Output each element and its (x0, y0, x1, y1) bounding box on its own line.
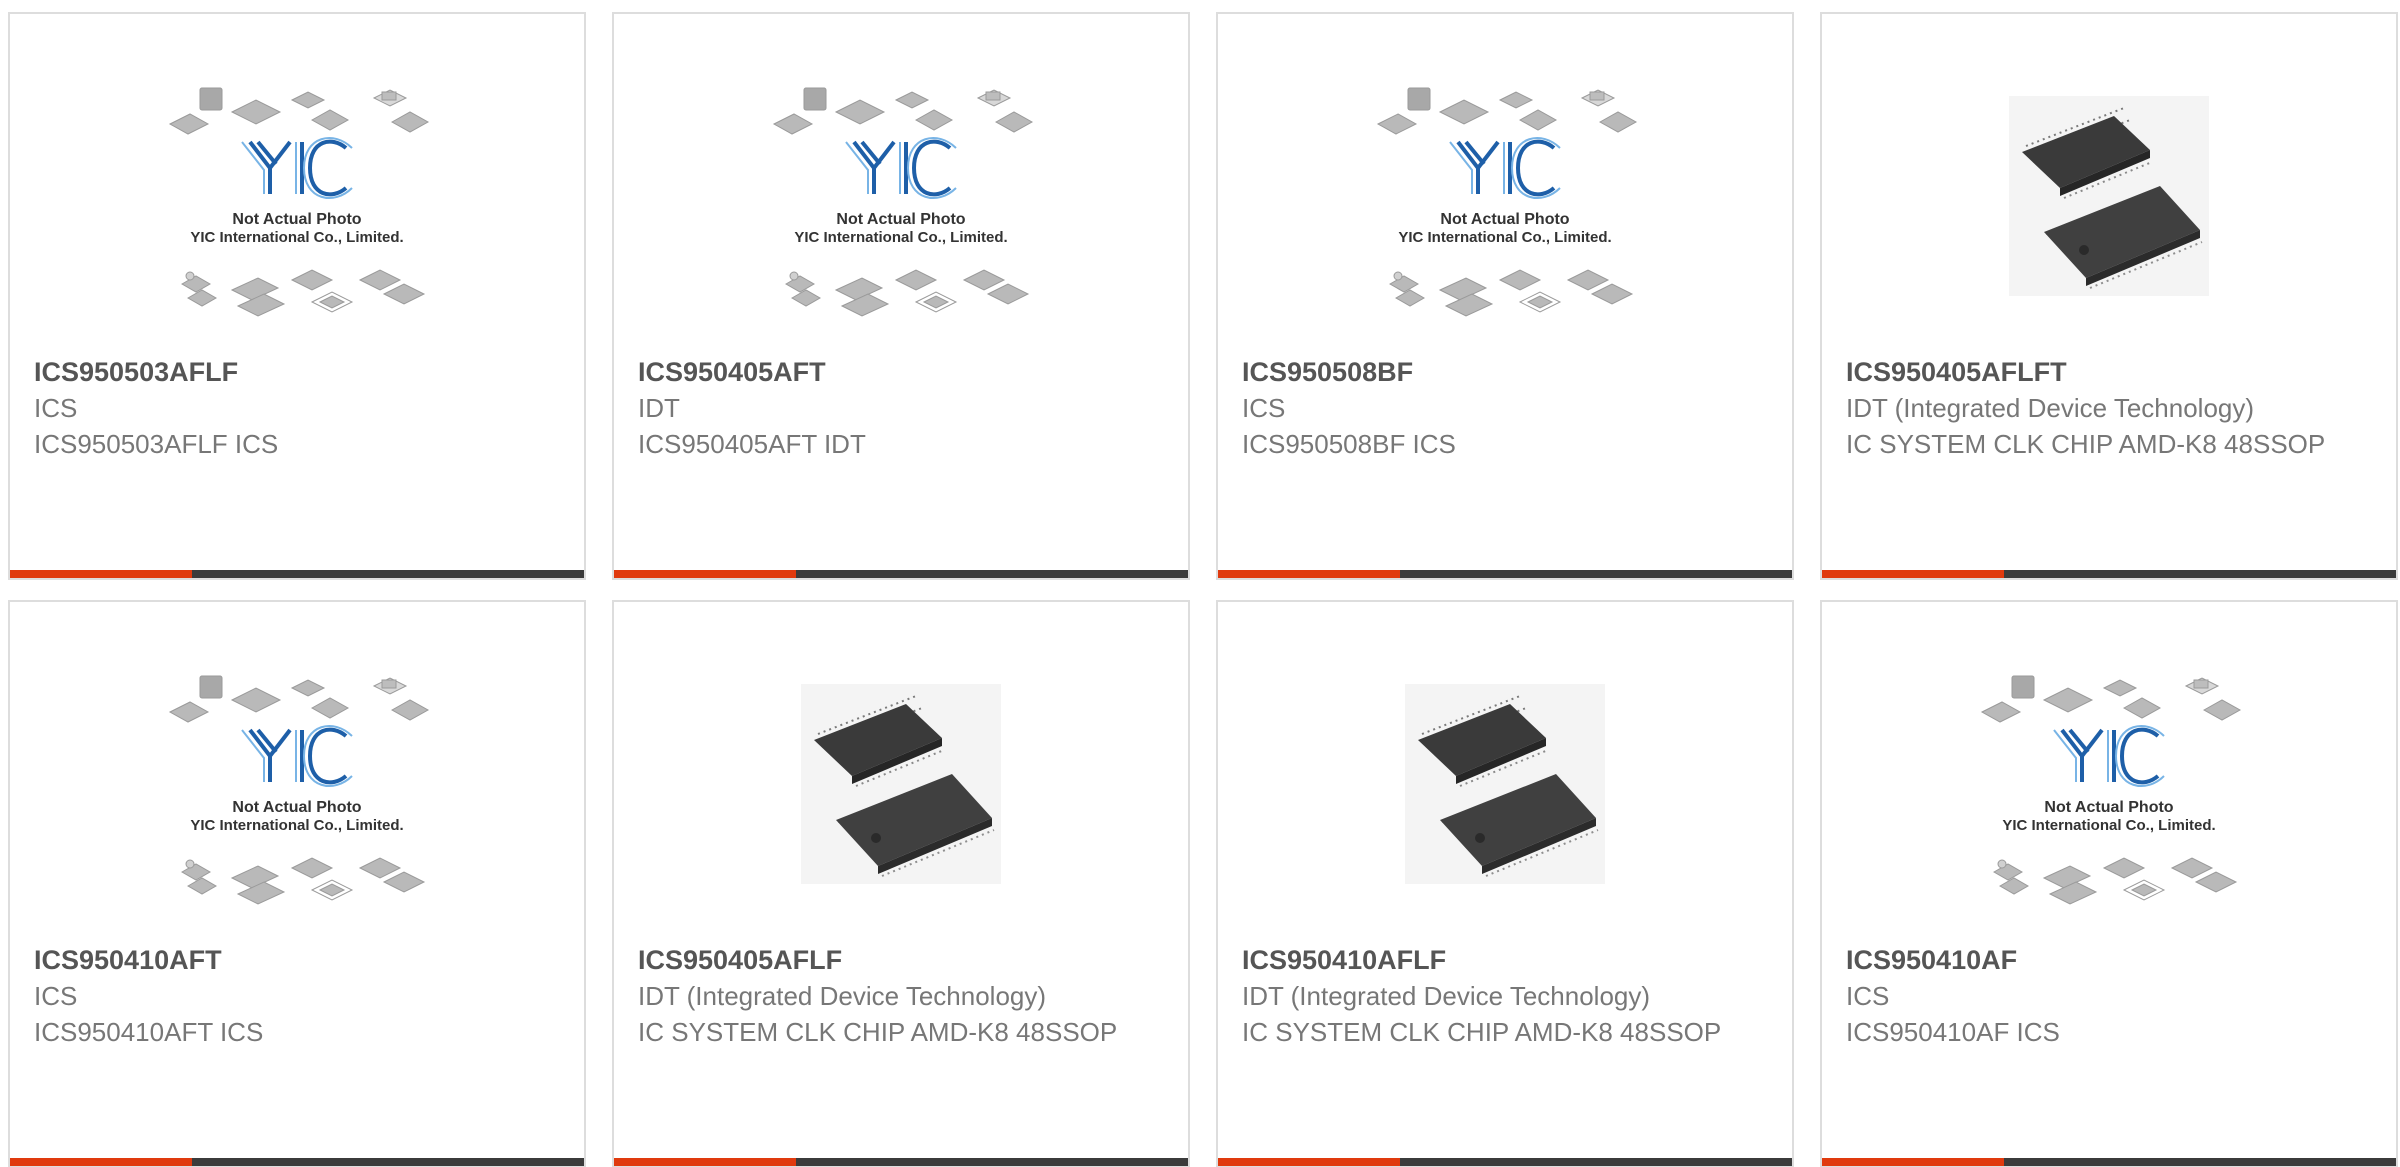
product-card[interactable]: Not Actual Photo YIC International Co., … (1820, 600, 2398, 1167)
manufacturer: ICS (1242, 393, 1286, 423)
manufacturer: IDT (638, 393, 680, 423)
card-footer-bar (614, 570, 1188, 578)
product-image[interactable]: Not Actual Photo YIC International Co., … (1974, 672, 2244, 922)
description: IC SYSTEM CLK CHIP AMD-K8 48SSOP (1242, 1017, 1722, 1047)
not-actual-photo-image: Not Actual Photo YIC International Co., … (1376, 87, 1638, 317)
card-accent (1218, 1158, 1400, 1166)
ssop-chip-image (1405, 684, 1605, 884)
product-card[interactable]: ICS950405AFLFT IDT (Integrated Device Te… (1820, 12, 2398, 580)
manufacturer: ICS (34, 981, 78, 1011)
product-image[interactable]: Not Actual Photo YIC International Co., … (162, 672, 432, 922)
product-card[interactable]: Not Actual Photo YIC International Co., … (1216, 12, 1794, 580)
card-accent (10, 1158, 192, 1166)
product-image[interactable]: Not Actual Photo YIC International Co., … (1370, 84, 1640, 334)
product-info: ICS950410AF ICS ICS950410AF ICS (1846, 942, 2372, 1050)
product-image[interactable]: Not Actual Photo YIC International Co., … (162, 84, 432, 334)
manufacturer: IDT (Integrated Device Technology) (638, 981, 1047, 1011)
ssop-chip-image (2009, 96, 2209, 296)
product-info: ICS950508BF ICS ICS950508BF ICS (1242, 354, 1768, 462)
part-number[interactable]: ICS950410AFT (34, 945, 222, 975)
description: ICS950503AFLF ICS (34, 429, 279, 459)
card-accent (10, 570, 192, 578)
card-footer-bar (1218, 1158, 1792, 1166)
part-number[interactable]: ICS950405AFLFT (1846, 357, 2067, 387)
product-image[interactable] (1974, 84, 2244, 334)
placeholder-line-1: Not Actual Photo (2044, 799, 2173, 816)
card-footer-bar (1822, 1158, 2396, 1166)
card-accent (1218, 570, 1400, 578)
placeholder-line-1: Not Actual Photo (232, 799, 361, 816)
product-card[interactable]: ICS950405AFLF IDT (Integrated Device Tec… (612, 600, 1190, 1167)
product-info: ICS950410AFT ICS ICS950410AFT ICS (34, 942, 560, 1050)
description: ICS950410AF ICS (1846, 1017, 2060, 1047)
not-actual-photo-image: Not Actual Photo YIC International Co., … (1980, 675, 2242, 905)
product-grid: Not Actual Photo YIC International Co., … (0, 0, 2400, 1167)
card-footer-bar (1218, 570, 1792, 578)
product-info: ICS950405AFT IDT ICS950405AFT IDT (638, 354, 1164, 462)
product-info: ICS950410AFLF IDT (Integrated Device Tec… (1242, 942, 1768, 1050)
not-actual-photo-image: Not Actual Photo YIC International Co., … (168, 87, 430, 317)
placeholder-line-1: Not Actual Photo (836, 211, 965, 228)
ssop-chip-image (801, 684, 1001, 884)
product-info: ICS950405AFLFT IDT (Integrated Device Te… (1846, 354, 2372, 462)
description: ICS950410AFT ICS (34, 1017, 264, 1047)
placeholder-line-2: YIC International Co., Limited. (190, 817, 403, 834)
placeholder-line-1: Not Actual Photo (232, 211, 361, 228)
description: IC SYSTEM CLK CHIP AMD-K8 48SSOP (1846, 429, 2326, 459)
part-number[interactable]: ICS950410AFLF (1242, 945, 1446, 975)
description: ICS950405AFT IDT (638, 429, 866, 459)
product-image[interactable]: Not Actual Photo YIC International Co., … (766, 84, 1036, 334)
product-card[interactable]: Not Actual Photo YIC International Co., … (8, 12, 586, 580)
description: IC SYSTEM CLK CHIP AMD-K8 48SSOP (638, 1017, 1118, 1047)
part-number[interactable]: ICS950405AFT (638, 357, 826, 387)
manufacturer: IDT (Integrated Device Technology) (1242, 981, 1651, 1011)
manufacturer: IDT (Integrated Device Technology) (1846, 393, 2255, 423)
placeholder-line-2: YIC International Co., Limited. (794, 229, 1007, 246)
part-number[interactable]: ICS950410AF (1846, 945, 2017, 975)
card-footer-bar (10, 570, 584, 578)
product-card[interactable]: Not Actual Photo YIC International Co., … (612, 12, 1190, 580)
product-info: ICS950503AFLF ICS ICS950503AFLF ICS (34, 354, 560, 462)
placeholder-line-2: YIC International Co., Limited. (1398, 229, 1611, 246)
part-number[interactable]: ICS950503AFLF (34, 357, 238, 387)
placeholder-line-2: YIC International Co., Limited. (2002, 817, 2215, 834)
part-number[interactable]: ICS950405AFLF (638, 945, 842, 975)
description: ICS950508BF ICS (1242, 429, 1456, 459)
product-card[interactable]: Not Actual Photo YIC International Co., … (8, 600, 586, 1167)
card-accent (1822, 1158, 2004, 1166)
not-actual-photo-image: Not Actual Photo YIC International Co., … (772, 87, 1034, 317)
product-info: ICS950405AFLF IDT (Integrated Device Tec… (638, 942, 1164, 1050)
product-image[interactable] (766, 672, 1036, 922)
card-footer-bar (10, 1158, 584, 1166)
placeholder-line-2: YIC International Co., Limited. (190, 229, 403, 246)
card-accent (1822, 570, 2004, 578)
card-footer-bar (614, 1158, 1188, 1166)
manufacturer: ICS (1846, 981, 1890, 1011)
product-image[interactable] (1370, 672, 1640, 922)
card-accent (614, 1158, 796, 1166)
card-accent (614, 570, 796, 578)
card-footer-bar (1822, 570, 2396, 578)
placeholder-line-1: Not Actual Photo (1440, 211, 1569, 228)
product-card[interactable]: ICS950410AFLF IDT (Integrated Device Tec… (1216, 600, 1794, 1167)
manufacturer: ICS (34, 393, 78, 423)
part-number[interactable]: ICS950508BF (1242, 357, 1413, 387)
not-actual-photo-image: Not Actual Photo YIC International Co., … (168, 675, 430, 905)
